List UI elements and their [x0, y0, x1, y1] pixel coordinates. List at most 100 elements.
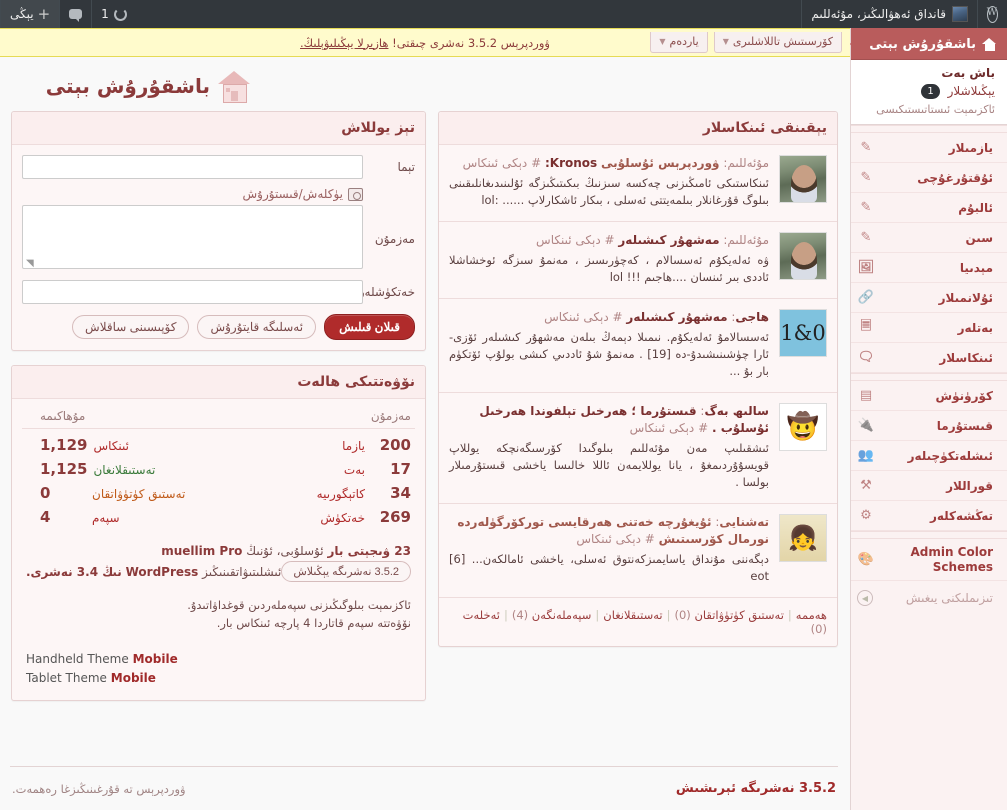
- sidebar-item-plugins[interactable]: قىستۇرما 🔌: [851, 411, 1007, 441]
- stat-label[interactable]: تەستىق كۈتۈۋاتقان: [92, 487, 185, 501]
- stat-value[interactable]: 0: [40, 484, 86, 502]
- comment-from-label: مۇئەللىم:: [719, 233, 769, 247]
- comment-item: مۇئەللىم: ۋوردپرېس ئۇسلۇبى Kronos: # دېك…: [439, 145, 837, 222]
- screen-options-label: كۆرسىتىش تاللاشلىرى: [732, 35, 833, 48]
- avatar: 0&1: [779, 309, 827, 357]
- sidebar-item-media[interactable]: مېدىيا 🖼: [851, 253, 1007, 283]
- sidebar-item-comments[interactable]: ئىنكاسلار 🗨: [851, 343, 1007, 373]
- sidebar-item-appearance[interactable]: كۆرۈنۈش ▤: [851, 381, 1007, 411]
- right-now-row: 17 بەت: [219, 457, 416, 481]
- avatar: [779, 232, 827, 280]
- footer-version-link[interactable]: 3.5.2 نەشرىگە ئېرىشىش: [676, 781, 836, 796]
- sidebar-item-label: بەتلەر: [957, 320, 993, 335]
- quick-draft-tags-input[interactable]: [22, 280, 363, 304]
- update-core-button[interactable]: 3.5.2 نەشرىگە يېڭىلاش: [281, 561, 411, 582]
- filter-sep: |: [503, 608, 508, 622]
- avatar: [779, 155, 827, 203]
- publish-button[interactable]: قىلان قىلىش: [324, 314, 415, 340]
- stat-label[interactable]: سپەم: [92, 511, 120, 525]
- sidebar-item-links[interactable]: ئۇلانمىلار 🔗: [851, 283, 1007, 313]
- new-content-label: يېڭى: [10, 7, 34, 21]
- stat-label[interactable]: خەتكۈش: [320, 511, 365, 525]
- right-now-discussion-col: مۇھاكىمە 1,129 ئىنكاس 1,125 تەستىقلانغان…: [22, 409, 219, 529]
- submenu-item-akismet-stats[interactable]: ئاكزىمېت ئىستاتىستىكىسى: [851, 101, 1007, 118]
- comment-item: 🤠 سالىھ بەگ: قىستۇرما ؛ ھەرخىل تېلفوندا …: [439, 393, 837, 504]
- comment-post-title[interactable]: مەشھۇر كىشىلەر: [626, 310, 727, 324]
- stat-value[interactable]: 1,125: [40, 460, 87, 478]
- stat-label[interactable]: يازما: [342, 439, 365, 453]
- quick-draft-title-input[interactable]: [22, 155, 363, 179]
- collapse-menu-button[interactable]: تىزىملىكنى يىغىش ◀: [851, 583, 1007, 613]
- updates-button[interactable]: 1: [91, 0, 136, 28]
- stat-label[interactable]: تەستىقلانغان: [93, 463, 155, 477]
- stat-value[interactable]: 4: [40, 508, 86, 526]
- stat-value[interactable]: 200: [371, 436, 411, 454]
- help-button[interactable]: ياردەم ▼: [650, 32, 708, 53]
- stat-value[interactable]: 17: [371, 460, 411, 478]
- recent-comments-box: يېقىنقى ئىنكاسلار مۇئەللىم: ۋوردپرېس ئۇس…: [438, 111, 838, 647]
- stat-label[interactable]: كاتېگورىيە: [317, 487, 365, 501]
- sidebar-item-settings[interactable]: تەڭشەكلەر ⚙: [851, 501, 1007, 531]
- right-now-row: 200 يازما: [219, 433, 416, 457]
- filter-sep: |: [787, 608, 792, 622]
- mobile-themes: Handheld Theme Mobile Tablet Theme Mobil…: [22, 650, 415, 690]
- filter-pending[interactable]: تەستىق كۈتۈۋاتقان: [694, 608, 783, 622]
- theme-name[interactable]: muellim Pro: [161, 544, 242, 558]
- stat-value[interactable]: 34: [371, 484, 411, 502]
- upload-insert-link[interactable]: يۈكلەش/قىستۇرۇش: [243, 187, 343, 201]
- site-name-menu[interactable]: قانداق ئەھۋالىڭىز، مۇئەللىم: [801, 0, 977, 28]
- admin-sidebar: باشقۇرۇش بېتى باش بەت يېڭىلاشلار 1 ئاكزى…: [843, 28, 1007, 810]
- mobile-tablet-brand[interactable]: Mobile: [111, 671, 156, 685]
- admin-bar-spacer: [136, 0, 802, 28]
- comment-suffix: # دېكى ئىنكاس: [544, 310, 623, 324]
- save-draft-button[interactable]: ئەسلىگە قايتۇرۇش: [197, 315, 317, 339]
- sidebar-item-tools[interactable]: قوراللار ⚒: [851, 471, 1007, 501]
- screen-options-button[interactable]: كۆرسىتىش تاللاشلىرى ▼: [713, 32, 842, 53]
- theme-widgets-count[interactable]: 23 ۋىجېتى بار: [327, 544, 411, 558]
- column-recent-comments: يېقىنقى ئىنكاسلار مۇئەللىم: ۋوردپرېس ئۇس…: [438, 111, 838, 661]
- comment-author[interactable]: ھاجى: [735, 310, 769, 324]
- camera-icon[interactable]: [348, 187, 363, 201]
- sidebar-item-label: قوراللار: [946, 478, 993, 493]
- sidebar-item-admin-color-schemes[interactable]: Admin Color Schemes 🎨: [851, 539, 1007, 581]
- submenu-item-home[interactable]: باش بەت: [851, 64, 1007, 82]
- filter-all[interactable]: ھەممە: [796, 608, 827, 622]
- sidebar-item-posts[interactable]: يازمىلار ✎: [851, 133, 1007, 163]
- comments-button[interactable]: [59, 0, 91, 28]
- sidebar-item-album[interactable]: ئالبۇم ✎: [851, 193, 1007, 223]
- quick-draft-content-input[interactable]: [22, 205, 363, 269]
- right-now-row: 4 سپەم: [22, 505, 219, 529]
- new-content-menu[interactable]: + يېڭى: [0, 0, 60, 28]
- sidebar-item-video[interactable]: سىن ✎: [851, 223, 1007, 253]
- filter-spam[interactable]: سپەملەنگەن: [532, 608, 592, 622]
- mobile-handheld-brand[interactable]: Mobile: [133, 652, 178, 666]
- sidebar-item-dashboard[interactable]: باشقۇرۇش بېتى: [843, 28, 1007, 60]
- sidebar-item-users[interactable]: ئىشلەتكۈچىلەر 👥: [851, 441, 1007, 471]
- home-icon: [218, 71, 250, 103]
- wp-logo-button[interactable]: [977, 0, 1007, 28]
- submenu-item-updates[interactable]: يېڭىلاشلار 1: [851, 82, 1007, 101]
- sidebar-item-pages[interactable]: بەتلەر 🗏: [851, 313, 1007, 343]
- filter-approved[interactable]: تەستىقلانغان: [603, 608, 662, 622]
- filter-trash-count: (0): [810, 622, 827, 636]
- comment-post-title[interactable]: Kronos:: [545, 156, 597, 170]
- sidebar-item-label: تەڭشەكلەر: [929, 508, 993, 523]
- sidebar-item-label: يازمىلار: [948, 140, 993, 155]
- update-nag-link[interactable]: ھازىرلا يېڭىلىۋېلىڭ.: [300, 36, 388, 50]
- sidebar-item-label: كۆرۈنۈش: [935, 388, 993, 403]
- comment-on-post[interactable]: ۋوردپرېس ئۇسلۇبى: [601, 156, 720, 170]
- comment-author[interactable]: سالىھ بەگ: [704, 404, 769, 418]
- appearance-icon: ▤: [859, 388, 873, 403]
- stat-label[interactable]: ئىنكاس: [93, 439, 129, 453]
- filter-trash[interactable]: ئەخلەت: [463, 608, 500, 622]
- comment-excerpt: ئىشقىلىپ مەن مۇئەللىم بىلوگىدا كۆرسىگەنچ…: [449, 441, 769, 489]
- comment-suffix: # دېكى ئىنكاس: [576, 532, 655, 546]
- reset-button[interactable]: كۆپىسىنى ساقلاش: [72, 315, 190, 339]
- sidebar-item-announcer[interactable]: ئۇقتۇرغۇچى ✎: [851, 163, 1007, 193]
- comment-post-title[interactable]: مەشھۇر كىشىلەر: [618, 233, 719, 247]
- stat-value[interactable]: 1,129: [40, 436, 87, 454]
- stat-label[interactable]: بەت: [344, 463, 365, 477]
- comment-author[interactable]: تەشنايى: [719, 515, 769, 529]
- stat-value[interactable]: 269: [371, 508, 411, 526]
- comment-bubble-icon: [69, 9, 83, 22]
